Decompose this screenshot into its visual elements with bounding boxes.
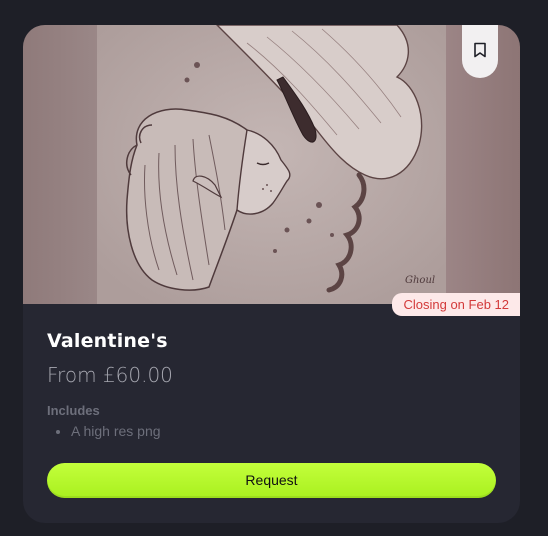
svg-text:Ghoul: Ghoul <box>405 275 435 286</box>
listing-card: Ghoul Closing on Feb 12 Valentine's From… <box>23 25 520 523</box>
artwork-image: Ghoul <box>97 25 446 304</box>
closing-date-badge: Closing on Feb 12 <box>392 293 520 316</box>
listing-price: From £60.00 <box>47 363 173 387</box>
listing-title: Valentine's <box>47 330 168 352</box>
bookmark-button[interactable] <box>462 25 498 78</box>
listing-image[interactable]: Ghoul <box>23 25 520 304</box>
bookmark-icon <box>473 42 487 62</box>
includes-label: Includes <box>47 403 100 418</box>
includes-list: A high res png <box>47 421 511 441</box>
includes-item: A high res png <box>71 421 511 441</box>
request-button[interactable]: Request <box>47 463 496 498</box>
